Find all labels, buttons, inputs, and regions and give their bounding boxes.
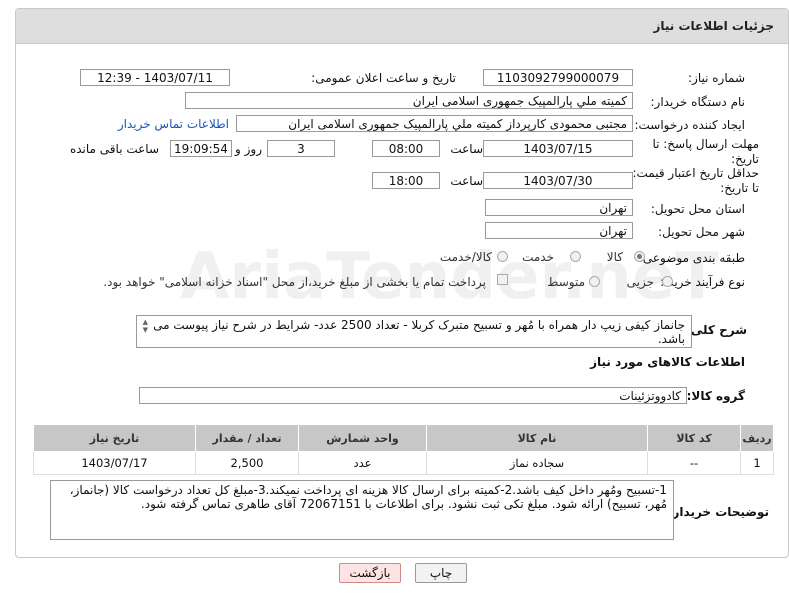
deadline-date-field: 1403/07/15 — [483, 140, 633, 157]
cell-unit: عدد — [298, 451, 427, 475]
col-name: نام کالا — [426, 424, 648, 452]
process-radio-medium[interactable] — [589, 276, 600, 287]
validity-time-label: ساعت — [450, 174, 483, 188]
table-row[interactable]: 1 -- سجاده نماز عدد 2,500 1403/07/17 — [33, 451, 774, 475]
panel-header: جزئیات اطلاعات نیاز — [16, 9, 788, 44]
print-button[interactable]: چاپ — [415, 563, 467, 583]
cell-name: سجاده نماز — [426, 451, 648, 475]
city-field: تهران — [485, 222, 633, 239]
validity-date-field: 1403/07/30 — [483, 172, 633, 189]
category-option-goods: کالا — [606, 250, 623, 264]
treasury-checkbox[interactable] — [497, 274, 508, 285]
province-field: تهران — [485, 199, 633, 216]
announce-label: تاریخ و ساعت اعلان عمومی: — [311, 71, 456, 85]
cell-date: 1403/07/17 — [33, 451, 196, 475]
goods-group-field: کادووتزئینات — [139, 387, 687, 404]
category-radio-goods-service[interactable] — [497, 251, 508, 262]
category-radio-goods[interactable] — [634, 251, 645, 262]
payment-note: پرداخت تمام یا بخشی از مبلغ خرید،از محل … — [103, 275, 486, 289]
col-unit: واحد شمارش — [298, 424, 427, 452]
deadline-time-field: 08:00 — [372, 140, 440, 157]
col-code: کد کالا — [647, 424, 741, 452]
cell-row: 1 — [740, 451, 774, 475]
city-label: شهر محل تحویل: — [658, 225, 745, 239]
buyer-label: نام دستگاه خریدار: — [650, 95, 746, 109]
announce-field: 1403/07/11 - 12:39 — [80, 69, 230, 86]
buyer-notes-text: 1-تسبیح ومُهر داخل کیف باشد.2-کمیته برای… — [69, 483, 667, 511]
days-field: 3 — [267, 140, 335, 157]
validity-label: حداقل تاریخ اعتبار قیمت: تا تاریخ: — [632, 166, 759, 195]
creator-field: مجتبی محمودی کارپرداز کمیته ملي پارالمپی… — [236, 115, 633, 132]
category-radio-service[interactable] — [570, 251, 581, 262]
process-option-partial: جزیی — [626, 275, 654, 289]
province-label: استان محل تحویل: — [650, 202, 745, 216]
scroll-arrows-icon[interactable]: ▲ ▼ — [139, 318, 148, 334]
need-number-label: شماره نیاز: — [688, 71, 745, 85]
remaining-time-field: 19:09:54 — [170, 140, 232, 157]
table-header-row: ردیف کد کالا نام کالا واحد شمارش تعداد /… — [33, 424, 774, 452]
cell-code: -- — [647, 451, 741, 475]
category-option-goods-service: کالا/خدمت — [439, 250, 492, 264]
category-option-service: خدمت — [522, 250, 554, 264]
summary-textarea[interactable]: ▲ ▼ جانماز کیفی زیپ دار همراه با مُهر و ت… — [136, 315, 692, 348]
buyer-notes-label: توضیحات خریدار: — [667, 505, 769, 519]
creator-label: ایجاد کننده درخواست: — [634, 118, 745, 132]
col-qty: تعداد / مقدار — [195, 424, 299, 452]
cell-qty: 2,500 — [195, 451, 299, 475]
buyer-contact-link[interactable]: اطلاعات تماس خریدار — [118, 117, 229, 131]
category-label: طبقه بندی موضوعی: — [638, 251, 745, 265]
goods-group-label: گروه کالا: — [686, 389, 745, 403]
deadline-label: مهلت ارسال پاسخ: تا تاریخ: — [652, 137, 759, 166]
need-number-field: 1103092799000079 — [483, 69, 633, 86]
col-date: تاریخ نیاز — [33, 424, 196, 452]
page-title: جزئیات اطلاعات نیاز — [653, 19, 774, 33]
validity-time-field: 18:00 — [372, 172, 440, 189]
col-row: ردیف — [740, 424, 774, 452]
buyer-field: کمیته ملي پارالمپیک جمهوری اسلامی ایران — [185, 92, 633, 109]
process-radio-partial[interactable] — [662, 276, 673, 287]
goods-table: ردیف کد کالا نام کالا واحد شمارش تعداد /… — [33, 424, 774, 475]
goods-info-title: اطلاعات کالاهای مورد نیاز — [590, 355, 745, 369]
process-option-medium: متوسط — [547, 275, 585, 289]
back-button[interactable]: بازگشت — [339, 563, 401, 583]
deadline-time-label: ساعت — [450, 142, 483, 156]
remaining-label: ساعت باقی مانده — [69, 142, 159, 156]
buyer-notes-textarea[interactable]: 1-تسبیح ومُهر داخل کیف باشد.2-کمیته برای… — [50, 480, 674, 540]
days-label: روز و — [235, 142, 262, 156]
summary-text: جانماز کیفی زیپ دار همراه با مُهر و تسبی… — [153, 318, 685, 346]
